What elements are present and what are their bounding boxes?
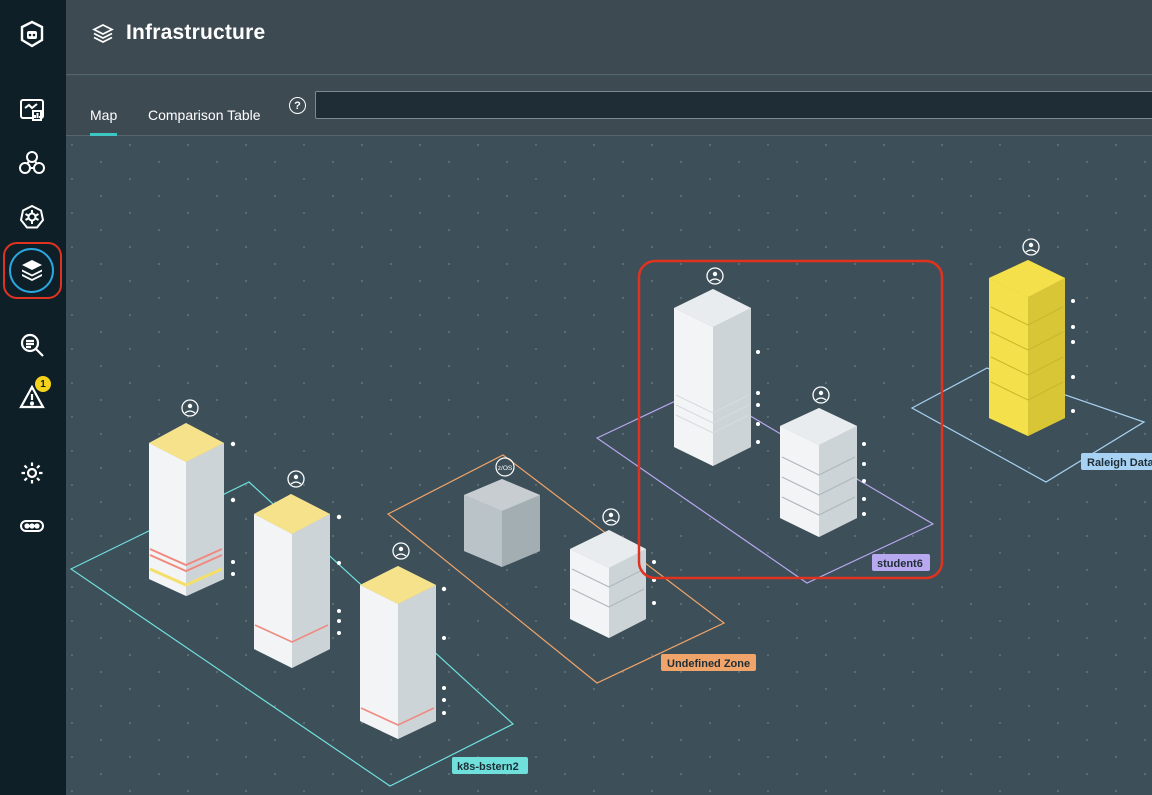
page-header: Infrastructure bbox=[66, 0, 1152, 75]
svg-text:z/OS: z/OS bbox=[498, 465, 513, 472]
settings-icon[interactable] bbox=[13, 454, 51, 492]
infrastructure-map[interactable]: k8s-bstern2 Undefined Zone student6 Rale… bbox=[66, 137, 1152, 795]
page-title: Infrastructure bbox=[126, 21, 266, 44]
help-icon[interactable]: ? bbox=[289, 97, 306, 114]
zone-label-raleigh: Raleigh Data bbox=[1087, 457, 1152, 469]
zone-label-undefined: Undefined Zone bbox=[667, 658, 750, 670]
applications-icon[interactable] bbox=[13, 144, 51, 182]
tab-comparison-table[interactable]: Comparison Table bbox=[148, 107, 261, 123]
logo-icon[interactable] bbox=[13, 15, 51, 53]
tab-map[interactable]: Map bbox=[90, 107, 118, 136]
infrastructure-icon[interactable] bbox=[13, 251, 51, 289]
events-badge: 1 bbox=[35, 376, 51, 392]
zone-label-student6: student6 bbox=[877, 558, 923, 570]
kubernetes-icon[interactable] bbox=[13, 198, 51, 236]
sidebar: 1 bbox=[0, 0, 66, 795]
layers-icon bbox=[92, 23, 114, 50]
more-icon[interactable] bbox=[13, 507, 51, 545]
dashboard-icon[interactable] bbox=[13, 91, 51, 129]
search-input[interactable] bbox=[315, 91, 1152, 119]
zone-label-k8s-bstern2: k8s-bstern2 bbox=[457, 761, 519, 773]
analyze-icon[interactable] bbox=[13, 326, 51, 364]
tab-bar: Map Comparison Table ? bbox=[66, 76, 1152, 136]
